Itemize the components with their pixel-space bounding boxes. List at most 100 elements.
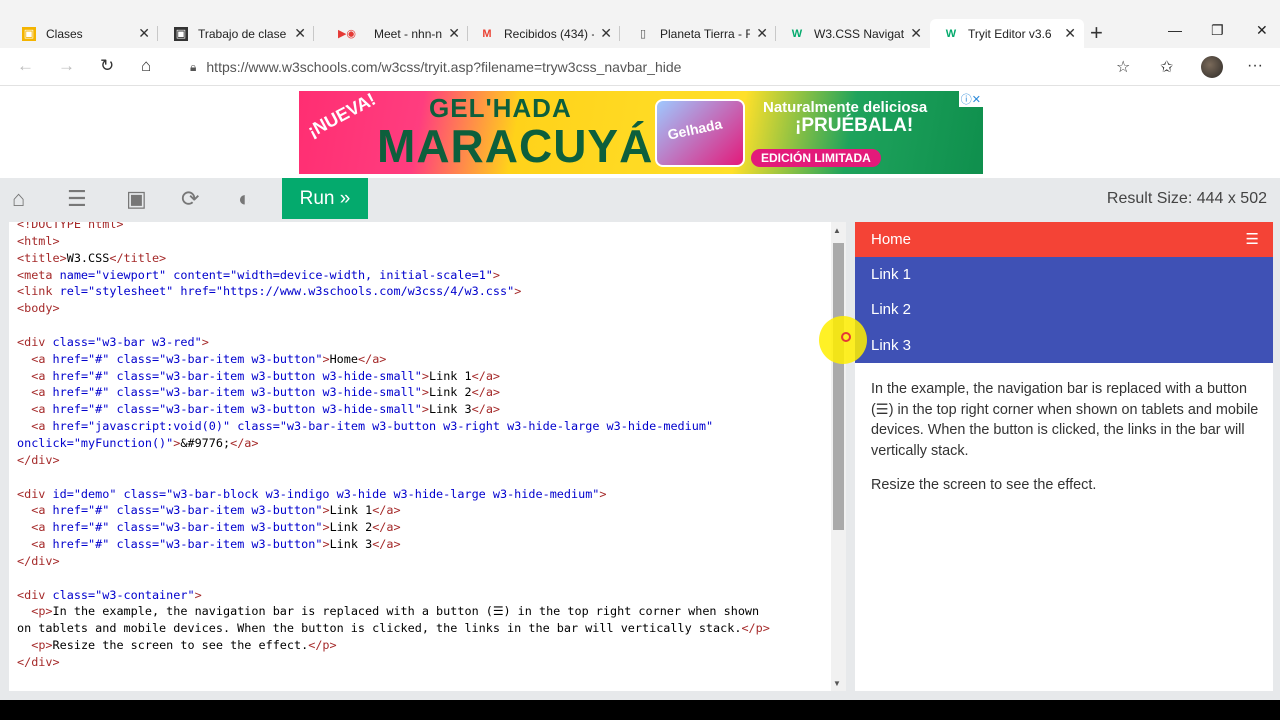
code-token: href= bbox=[180, 284, 216, 299]
close-tab-icon[interactable]: ✕ bbox=[138, 25, 150, 42]
code-token: <body> bbox=[17, 301, 60, 316]
scroll-up-icon[interactable]: ▲ bbox=[833, 226, 841, 235]
home-icon[interactable]: ⌂ bbox=[141, 56, 151, 76]
code-line[interactable]: <link rel="stylesheet" href="https://www… bbox=[17, 283, 837, 300]
code-token: Link 2 bbox=[329, 520, 373, 535]
code-line[interactable]: <a href="#" class="w3-bar-item w3-button… bbox=[17, 401, 837, 418]
code-line[interactable] bbox=[17, 671, 837, 688]
save-icon[interactable]: ▣ bbox=[126, 186, 147, 212]
code-token: </div> bbox=[17, 654, 60, 669]
code-token: class= bbox=[116, 402, 160, 417]
tab-planeta[interactable]: ▯ Planeta Tierra - Ru ✕ bbox=[622, 19, 776, 48]
tab-tryit-editor[interactable]: W Tryit Editor v3.6 ✕ bbox=[930, 19, 1084, 48]
code-token: content= bbox=[173, 267, 231, 282]
result-link-2[interactable]: Link 2 bbox=[871, 301, 911, 318]
tab-label: Tryit Editor v3.6 bbox=[968, 26, 1052, 41]
close-tab-icon[interactable]: ✕ bbox=[756, 25, 768, 42]
code-line[interactable]: <div id="demo" class="w3-bar-block w3-in… bbox=[17, 486, 837, 503]
tab-gmail[interactable]: M Recibidos (434) - n ✕ bbox=[466, 19, 620, 48]
home-icon[interactable]: ⌂ bbox=[12, 186, 25, 212]
tab-trabajo[interactable]: ▣ Trabajo de clase de ✕ bbox=[160, 19, 314, 48]
close-tab-icon[interactable]: ✕ bbox=[910, 25, 922, 42]
avatar[interactable] bbox=[1201, 56, 1223, 78]
code-line[interactable] bbox=[17, 570, 837, 587]
code-editor[interactable]: <!DOCTYPE html> <html> <title>W3.CSS</titl… bbox=[9, 222, 846, 691]
code-token: on tablets and mobile devices. When the … bbox=[17, 621, 742, 636]
result-size-label: Result Size: 444 x 502 bbox=[1106, 190, 1267, 207]
close-tab-icon[interactable]: ✕ bbox=[448, 25, 460, 42]
new-tab-icon[interactable]: + bbox=[1090, 22, 1103, 44]
code-token: </a> bbox=[471, 385, 501, 400]
code-line[interactable]: <a href="javascript:void(0)" class="w3-b… bbox=[17, 418, 837, 435]
favorites-icon[interactable]: ✩ bbox=[1160, 57, 1173, 77]
code-line[interactable]: </div> bbox=[17, 452, 837, 469]
code-line[interactable]: <div class="w3-bar w3-red"> bbox=[17, 334, 837, 351]
tab-meet[interactable]: ▶◉ Meet - nhn-n ✕ bbox=[316, 19, 468, 48]
editor-scroll-thumb[interactable] bbox=[833, 243, 844, 530]
run-button[interactable]: Run » bbox=[282, 178, 368, 219]
reload-icon[interactable]: ↻ bbox=[100, 56, 114, 76]
code-line[interactable] bbox=[17, 469, 837, 486]
document-icon: ▯ bbox=[639, 28, 647, 40]
url-field[interactable]: 🔒︎ https://www.w3schools.com/w3css/tryit… bbox=[178, 52, 1138, 82]
code-token: "w3-bar-item w3-button" bbox=[159, 503, 323, 518]
theme-toggle-icon[interactable]: ◐ bbox=[238, 186, 251, 212]
back-icon[interactable]: ← bbox=[17, 56, 34, 76]
code-token: href= bbox=[52, 351, 89, 366]
close-tab-icon[interactable]: ✕ bbox=[294, 25, 306, 42]
code-line[interactable] bbox=[17, 317, 837, 334]
gmail-icon: M bbox=[482, 27, 492, 40]
code-line[interactable]: onclick="myFunction()">&#9776;</a> bbox=[17, 435, 837, 452]
code-line[interactable]: </div> bbox=[17, 553, 837, 570]
code-line[interactable]: <p>In the example, the navigation bar is… bbox=[17, 603, 837, 620]
code-line[interactable]: <div class="w3-container"> bbox=[17, 587, 837, 604]
code-line[interactable]: <!DOCTYPE html> bbox=[17, 222, 837, 233]
close-tab-icon[interactable]: ✕ bbox=[1064, 25, 1076, 42]
code-token: > bbox=[599, 486, 607, 501]
minimize-icon[interactable]: — bbox=[1168, 22, 1182, 38]
code-line[interactable]: <a href="#" class="w3-bar-item w3-button… bbox=[17, 368, 837, 385]
tab-label: Meet - nhn-n bbox=[374, 26, 443, 41]
forward-icon[interactable]: → bbox=[58, 56, 75, 76]
code-token: </a> bbox=[471, 402, 501, 417]
code-token: "w3-bar-item w3-button" bbox=[159, 520, 323, 535]
more-options-icon[interactable]: ··· bbox=[1247, 57, 1263, 75]
result-home-link[interactable]: Home bbox=[871, 231, 911, 248]
add-favorite-icon[interactable]: ☆ bbox=[1116, 57, 1130, 77]
restore-icon[interactable]: ❐ bbox=[1211, 22, 1224, 39]
close-window-icon[interactable]: ✕ bbox=[1256, 22, 1268, 39]
code-token: <a bbox=[31, 419, 53, 434]
code-line[interactable]: <a href="#" class="w3-bar-item w3-button… bbox=[17, 502, 837, 519]
code-line[interactable]: <script> bbox=[17, 688, 837, 691]
code-line[interactable]: <a href="#" class="w3-bar-item w3-button… bbox=[17, 384, 837, 401]
code-line[interactable]: <html> bbox=[17, 233, 837, 250]
code-line[interactable]: <a href="#" class="w3-bar-item w3-button… bbox=[17, 351, 837, 368]
result-link-3[interactable]: Link 3 bbox=[871, 337, 911, 354]
code-token: href= bbox=[52, 503, 89, 518]
code-line[interactable]: <meta name="viewport" content="width=dev… bbox=[17, 267, 837, 284]
tab-w3css-navigation[interactable]: W W3.CSS Navigation ✕ bbox=[776, 19, 930, 48]
tab-clases[interactable]: ▣ Clases ✕ bbox=[8, 19, 158, 48]
result-link-1[interactable]: Link 1 bbox=[871, 266, 911, 283]
code-line[interactable]: <a href="#" class="w3-bar-item w3-button… bbox=[17, 519, 837, 536]
code-line[interactable]: <p>Resize the screen to see the effect.<… bbox=[17, 637, 837, 654]
code-token: class= bbox=[52, 334, 96, 349]
hamburger-icon[interactable]: ☰ bbox=[1246, 230, 1259, 248]
code-line[interactable]: <title>W3.CSS</title> bbox=[17, 250, 837, 267]
code-text[interactable]: <!DOCTYPE html> <html> <title>W3.CSS</titl… bbox=[17, 222, 837, 691]
menu-icon[interactable]: ☰ bbox=[67, 186, 87, 212]
code-line[interactable]: <a href="#" class="w3-bar-item w3-button… bbox=[17, 536, 837, 553]
ad-banner[interactable]: ¡NUEVA! GEL'HADA MARACUYÁ Gelhada Natura… bbox=[299, 91, 983, 174]
code-line[interactable]: <body> bbox=[17, 300, 837, 317]
scroll-down-icon[interactable]: ▼ bbox=[833, 679, 841, 688]
ad-close-icon[interactable]: ⓘ✕ bbox=[958, 91, 983, 107]
code-line[interactable]: </div> bbox=[17, 654, 837, 671]
close-tab-icon[interactable]: ✕ bbox=[600, 25, 612, 42]
code-token: "stylesheet" bbox=[88, 284, 181, 299]
code-token: "w3-bar w3-red" bbox=[95, 334, 202, 349]
code-line[interactable]: on tablets and mobile devices. When the … bbox=[17, 620, 837, 637]
code-token: "w3-bar-item w3-button" bbox=[159, 351, 323, 366]
rotate-layout-icon[interactable]: ⟳ bbox=[181, 186, 199, 212]
code-token: > bbox=[492, 267, 501, 282]
